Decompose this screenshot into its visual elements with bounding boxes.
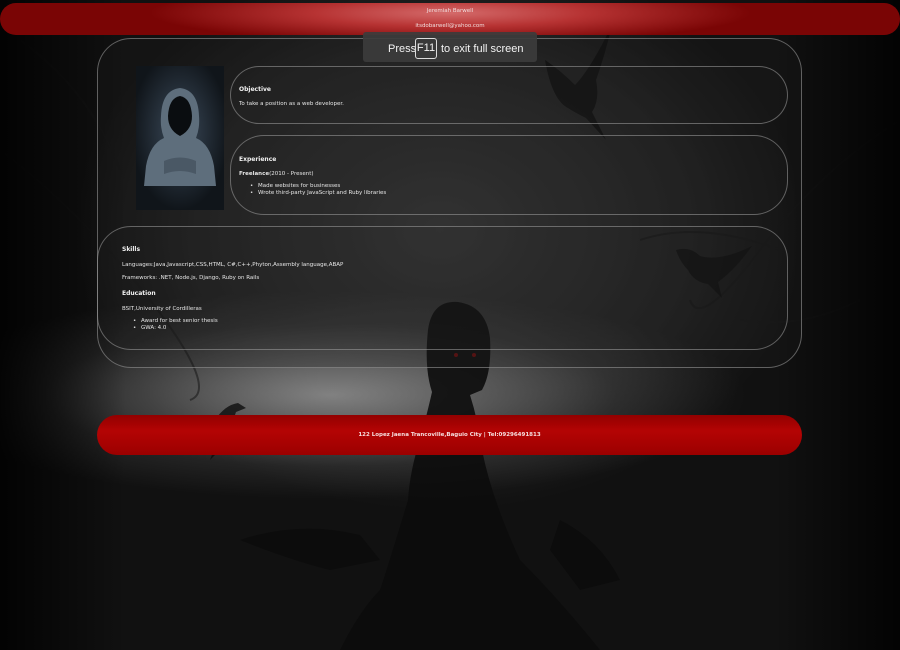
- footer-banner: 122 Lopez Jaena Trancoville,Baguio City …: [97, 415, 802, 455]
- objective-text: To take a position as a web developer.: [239, 101, 344, 107]
- experience-role: Freelance(2010 - Present): [239, 171, 314, 177]
- list-item: Made websites for businesses: [247, 183, 386, 190]
- hooded-figure-icon: [136, 66, 224, 210]
- experience-list: Made websites for businesses Wrote third…: [247, 183, 386, 197]
- experience-heading: Experience: [239, 156, 277, 163]
- fullscreen-notice: Press F11 to exit full screen: [363, 32, 537, 62]
- skills-frameworks-label: Frameworks:: [122, 275, 158, 281]
- list-item: GWA: 4.0: [130, 325, 218, 332]
- fullscreen-notice-suffix: to exit full screen: [441, 43, 524, 55]
- education-list: Award for best senior thesis GWA: 4.0: [130, 318, 218, 332]
- fullscreen-notice-prefix: Press: [388, 43, 417, 55]
- avatar-photo: [136, 66, 224, 210]
- skills-languages-value: Java,Javascript,CSS,HTML, C#,C++,Phyton,…: [153, 262, 344, 268]
- skills-languages-label: Languages:: [122, 262, 154, 268]
- skills-languages: Languages:Java,Javascript,CSS,HTML, C#,C…: [122, 262, 343, 268]
- header-email: itsdobarwell@yahoo.com: [415, 23, 485, 29]
- list-item: Award for best senior thesis: [130, 318, 218, 325]
- footer-address: 122 Lopez Jaena Trancoville,Baguio City …: [358, 432, 541, 438]
- skills-heading: Skills: [122, 246, 141, 253]
- experience-role-label: Freelance: [239, 171, 270, 177]
- education-heading: Education: [122, 290, 156, 297]
- skills-frameworks: Frameworks: .NET, Node.js, Django, Ruby …: [122, 275, 259, 281]
- education-school: BSIT,University of Cordilleras: [122, 306, 202, 312]
- list-item: Wrote third-party JavaScript and Ruby li…: [247, 190, 386, 197]
- header-name: Jeremiah Barwell: [426, 8, 474, 14]
- objective-heading: Objective: [239, 86, 271, 93]
- header-banner: Jeremiah Barwell itsdobarwell@yahoo.com: [0, 3, 900, 35]
- skills-frameworks-value: .NET, Node.js, Django, Ruby on Rails: [157, 275, 260, 281]
- objective-section: [230, 66, 788, 124]
- experience-section: [230, 135, 788, 215]
- experience-period: (2010 - Present): [269, 171, 314, 177]
- f11-key-badge: F11: [415, 38, 437, 59]
